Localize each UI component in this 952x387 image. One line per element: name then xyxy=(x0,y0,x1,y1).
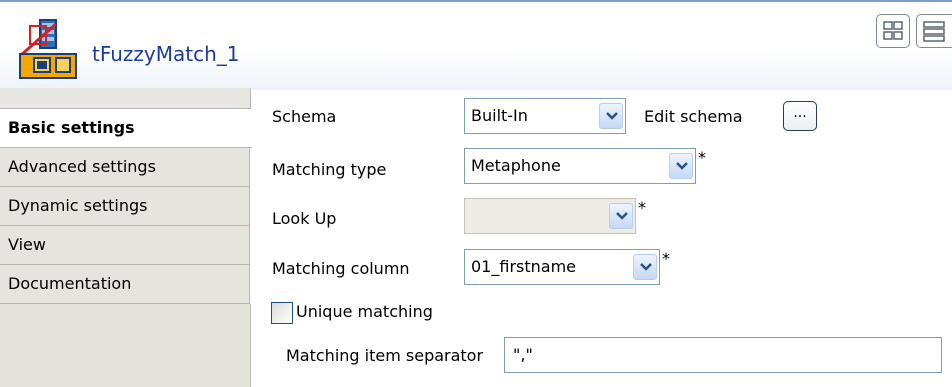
edit-schema-button[interactable]: ... xyxy=(783,101,817,131)
chevron-down-icon[interactable] xyxy=(599,103,623,129)
list-view-icon xyxy=(923,21,945,42)
table-view-button[interactable] xyxy=(876,14,910,48)
unique-matching-checkbox[interactable] xyxy=(271,302,293,324)
component-header: tFuzzyMatch_1 xyxy=(0,0,952,90)
separator-label: Matching item separator xyxy=(286,346,484,365)
table-view-icon xyxy=(883,21,903,40)
component-title: tFuzzyMatch_1 xyxy=(92,42,240,66)
list-view-button[interactable] xyxy=(916,14,952,48)
tab-basic-settings[interactable]: Basic settings xyxy=(0,109,252,148)
matching-type-value: Metaphone xyxy=(471,156,561,175)
look-up-select[interactable] xyxy=(464,198,636,234)
fuzzy-match-component-icon xyxy=(19,19,77,79)
required-marker: * xyxy=(638,198,646,217)
matching-column-label: Matching column xyxy=(272,259,410,278)
look-up-label: Look Up xyxy=(272,209,337,228)
separator-input[interactable]: "," xyxy=(504,337,942,373)
required-marker: * xyxy=(662,249,670,268)
unique-matching-label: Unique matching xyxy=(296,302,433,321)
matching-column-value: 01_firstname xyxy=(471,257,576,276)
schema-select[interactable]: Built-In xyxy=(464,98,626,134)
tabs-empty-area xyxy=(0,304,251,387)
schema-value: Built-In xyxy=(471,106,528,125)
settings-tabs: Basic settings Advanced settings Dynamic… xyxy=(0,88,252,387)
tab-documentation[interactable]: Documentation xyxy=(0,265,250,304)
edit-schema-label: Edit schema xyxy=(644,107,743,126)
matching-type-select[interactable]: Metaphone xyxy=(464,148,696,184)
schema-label: Schema xyxy=(272,107,337,126)
tabs-top-strip xyxy=(0,88,251,109)
required-marker: * xyxy=(698,148,706,167)
tab-advanced-settings[interactable]: Advanced settings xyxy=(0,148,250,187)
chevron-down-icon[interactable] xyxy=(633,254,657,280)
chevron-down-icon[interactable] xyxy=(669,153,693,179)
chevron-down-icon[interactable] xyxy=(609,203,633,229)
matching-type-label: Matching type xyxy=(272,160,387,179)
matching-column-select[interactable]: 01_firstname xyxy=(464,249,660,285)
tab-dynamic-settings[interactable]: Dynamic settings xyxy=(0,187,250,226)
tab-view[interactable]: View xyxy=(0,226,250,265)
